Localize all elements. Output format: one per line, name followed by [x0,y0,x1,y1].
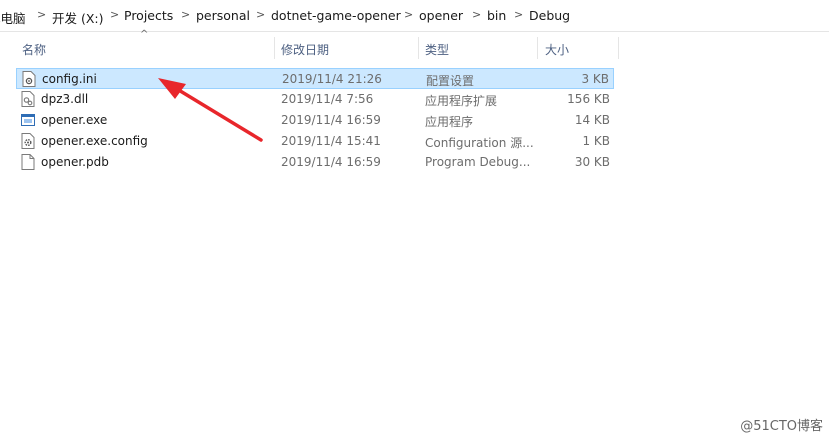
watermark: @51CTO博客 [740,419,823,434]
annotation-arrow-icon [158,78,263,142]
